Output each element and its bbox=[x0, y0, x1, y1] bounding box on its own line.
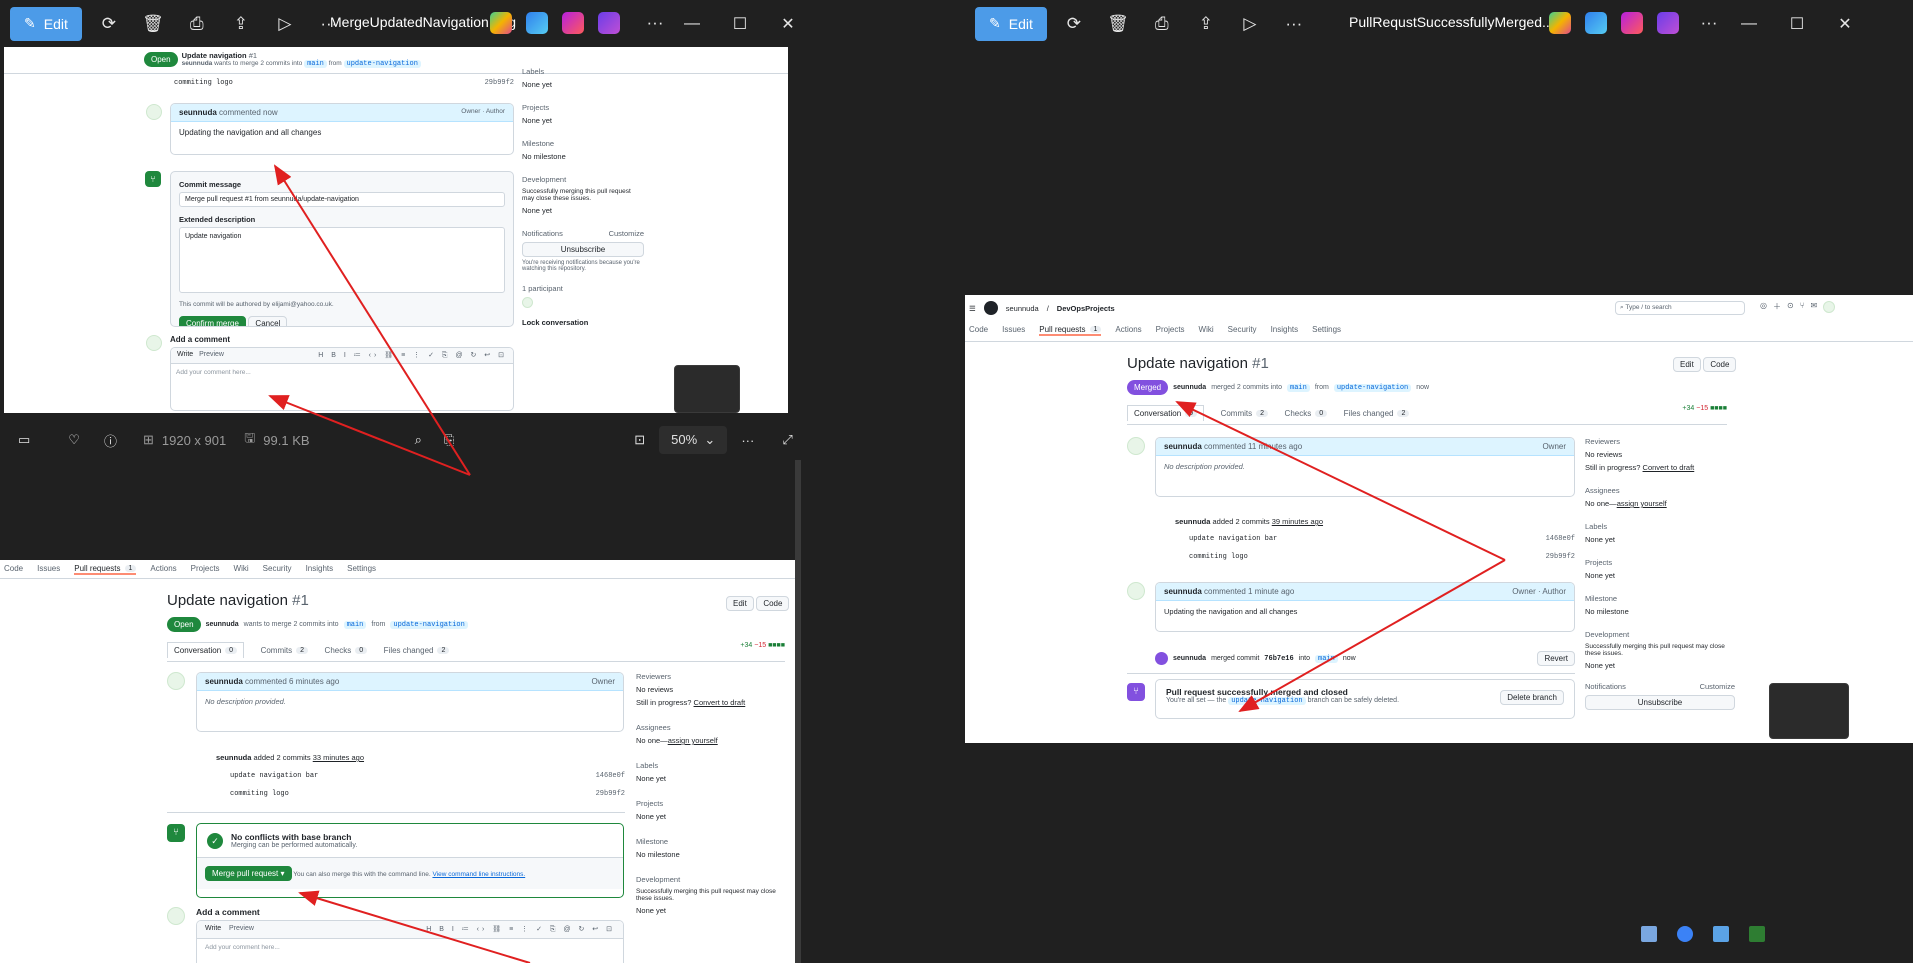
arrow-to-confirm-merge bbox=[268, 395, 471, 476]
arrow-to-merged-badge bbox=[1175, 401, 1506, 561]
arrow-to-comment bbox=[273, 164, 471, 476]
annotation-arrows bbox=[268, 164, 1506, 963]
arrow-to-merge-button bbox=[298, 890, 531, 963]
arrow-to-merged-box bbox=[1238, 559, 1506, 712]
